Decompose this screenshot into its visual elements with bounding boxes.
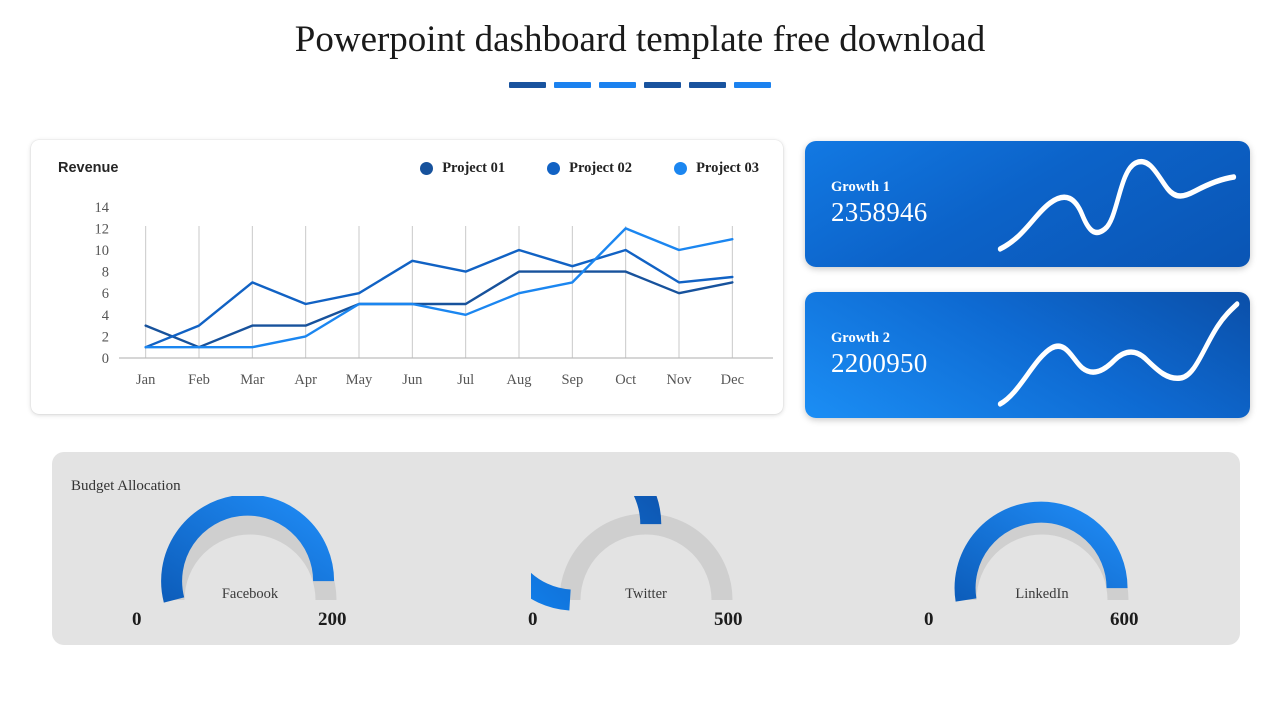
x-axis-label-nov: Nov: [667, 372, 693, 388]
legend-label: Project 02: [569, 160, 633, 176]
y-axis-tick-6: 6: [102, 286, 109, 302]
gauge-min-value: 0: [924, 609, 934, 630]
gauge-max-value: 200: [318, 609, 347, 630]
x-axis-label-aug: Aug: [507, 372, 532, 388]
y-axis-tick-14: 14: [95, 200, 110, 216]
legend-dot-icon: [674, 162, 688, 175]
revenue-chart-title: Revenue: [58, 160, 119, 176]
gauge-min-value: 0: [132, 609, 142, 630]
x-axis-label-jun: Jun: [402, 372, 423, 388]
x-axis-label-oct: Oct: [615, 372, 636, 388]
gauge-min-value: 0: [528, 609, 538, 630]
growth-card-1-label: Growth 1: [831, 179, 890, 195]
title-divider-dash-2: [554, 82, 591, 88]
gauge-row: Facebook 0 200 Twitter 0 500 LinkedIn 0 600: [52, 437, 1240, 641]
y-axis-tick-8: 8: [102, 265, 109, 281]
growth-card-2[interactable]: Growth 2 2200950: [805, 292, 1250, 418]
title-divider-dash-6: [734, 82, 771, 88]
title-divider-dash-1: [509, 82, 546, 88]
x-axis-label-may: May: [346, 372, 373, 388]
legend-item-1[interactable]: Project 01: [420, 160, 505, 177]
growth-card-1-value: 2358946: [831, 197, 928, 227]
growth-card-1[interactable]: Growth 1 2358946: [805, 141, 1250, 267]
y-axis-tick-10: 10: [95, 243, 110, 259]
y-axis-tick-4: 4: [102, 308, 110, 324]
gauge-twitter[interactable]: Twitter 0 500: [448, 437, 844, 641]
revenue-chart-card: Revenue Project 01 Project 02 Project 03 0…: [31, 140, 783, 414]
title-divider-dash-3: [599, 82, 636, 88]
y-axis-tick-0: 0: [102, 351, 109, 367]
growth-card-2-label: Growth 2: [831, 330, 890, 346]
title-divider: [0, 82, 1280, 88]
y-axis-tick-2: 2: [102, 329, 109, 345]
x-axis-label-mar: Mar: [240, 372, 264, 388]
legend-item-2[interactable]: Project 02: [547, 160, 632, 177]
x-axis-label-feb: Feb: [188, 372, 210, 388]
gauge-max-value: 500: [714, 609, 743, 630]
gauge-linkedin[interactable]: LinkedIn 0 600: [844, 496, 1240, 641]
x-axis-label-sep: Sep: [561, 372, 583, 388]
gauge-max-value: 600: [1110, 609, 1139, 630]
legend-dot-icon: [547, 162, 561, 175]
revenue-chart-legend: Project 01 Project 02 Project 03: [420, 160, 759, 177]
gauge-facebook[interactable]: Facebook 0 200: [52, 494, 448, 641]
legend-label: Project 03: [696, 160, 759, 176]
gauge-label: Facebook: [221, 586, 279, 602]
growth-1-sparkline: [997, 158, 1237, 252]
revenue-line-chart: 0 2 4 6 8 10 12 14 Jan Feb Mar Apr May Jun Jul Aug Sep Oc…: [31, 188, 783, 414]
title-divider-dash-5: [689, 82, 726, 88]
growth-2-sparkline: [997, 301, 1240, 407]
gauge-label: LinkedIn: [1015, 586, 1069, 602]
x-axis-label-jan: Jan: [136, 372, 156, 388]
y-axis-tick-12: 12: [95, 221, 110, 237]
growth-card-2-value: 2200950: [831, 348, 928, 378]
budget-allocation-panel: Budget Allocation Facebook 0 200 Twitter 0 50…: [52, 437, 1240, 645]
x-axis-label-jul: Jul: [457, 372, 474, 388]
x-axis-label-apr: Apr: [294, 372, 317, 388]
legend-dot-icon: [420, 162, 434, 175]
legend-item-3[interactable]: Project 03: [674, 160, 759, 177]
title-divider-dash-4: [644, 82, 681, 88]
gauge-label: Twitter: [625, 586, 667, 602]
line-series-project-03: [144, 227, 734, 349]
legend-label: Project 01: [442, 160, 506, 176]
x-axis-label-dec: Dec: [721, 372, 744, 388]
budget-allocation-title: Budget Allocation: [71, 478, 181, 494]
page-title: Powerpoint dashboard template free downl…: [294, 19, 986, 60]
